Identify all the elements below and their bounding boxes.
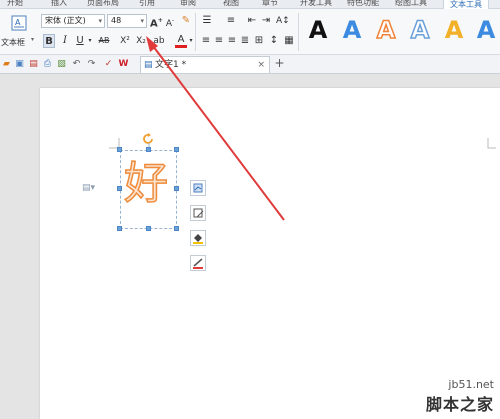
font-size-select[interactable]: 48 ▾ (107, 14, 147, 28)
subscript-button[interactable]: X₂ (134, 34, 148, 48)
font-name-select[interactable]: 宋体 (正文) ▾ (41, 14, 105, 28)
textbox-label: 文本框 (1, 38, 25, 47)
text-box-content[interactable]: 好 (123, 158, 169, 210)
fill-color-button[interactable] (190, 230, 206, 246)
text-style-sample-blue-2[interactable]: A (474, 16, 498, 44)
increase-indent-icon[interactable]: ⇥ (260, 14, 272, 28)
document-page[interactable]: 好 ▤▾ jb51.net 脚本之家 (40, 36, 500, 419)
resize-handle[interactable] (146, 147, 151, 152)
watermark: jb51.net 脚本之家 (426, 378, 494, 415)
ribbon-toolbar: A 文本框 ▾ 宋体 (正文) ▾ 48 ▾ A+ A- ✎ B I U ▾ A… (0, 9, 500, 55)
ribbon-tabs: 开始 插入 页面布局 引用 审阅 视图 章节 开发工具 特色功能 绘图工具 文本… (0, 0, 500, 10)
shape-edit-icon (193, 208, 204, 218)
tab-chapter[interactable]: 章节 (262, 0, 278, 9)
text-style-sample-blue-outline[interactable]: A (408, 15, 432, 45)
layout-options-icon (193, 183, 203, 193)
text-direction-icon[interactable]: A↕ (276, 14, 290, 28)
svg-text:A: A (15, 18, 21, 27)
new-tab-icon[interactable]: + (274, 57, 285, 69)
text-style-sample-orange-outline[interactable]: A (374, 15, 398, 45)
distribute-icon[interactable]: ⊞ (253, 34, 265, 48)
resize-handle[interactable] (117, 147, 122, 152)
italic-button[interactable]: I (59, 34, 71, 48)
shape-style-button[interactable] (190, 205, 206, 221)
superscript-button[interactable]: X² (118, 34, 132, 48)
shrink-font-button[interactable]: A- (164, 14, 176, 29)
decrease-indent-icon[interactable]: ⇤ (246, 14, 258, 28)
tab-insert[interactable]: 插入 (51, 0, 67, 9)
document-workspace: 好 ▤▾ jb51.net 脚本之家 (0, 36, 500, 419)
outline-color-button[interactable] (190, 255, 206, 271)
chevron-down-icon: ▾ (98, 17, 102, 25)
resize-handle[interactable] (117, 186, 122, 191)
shading-icon[interactable]: ▦ (283, 34, 295, 48)
quick-access-toolbar: ▰ ▣ ▤ ⎙ ▧ ↶ ↷ ✓ W ▤ 文字1 * × + (0, 55, 500, 74)
underline-button[interactable]: U (74, 34, 86, 48)
watermark-brand: 脚本之家 (425, 395, 494, 414)
font-name-value: 宋体 (正文) (45, 16, 86, 25)
redo-icon[interactable]: ↷ (86, 58, 97, 70)
resize-handle[interactable] (174, 226, 179, 231)
font-color-button[interactable]: A (175, 34, 187, 48)
grow-font-button[interactable]: A+ (150, 14, 163, 29)
rotate-handle-icon[interactable] (143, 133, 155, 147)
strikethrough-button[interactable]: AB (96, 34, 112, 48)
separator (298, 13, 299, 51)
document-tab[interactable]: ▤ 文字1 * × (140, 56, 270, 73)
format-painter-icon[interactable]: ✓ (103, 58, 114, 70)
chevron-down-icon[interactable]: ▾ (188, 34, 194, 48)
wps-logo-icon[interactable]: W (118, 58, 129, 70)
text-style-sample-blue[interactable]: A (340, 16, 364, 44)
pen-outline-icon (193, 258, 203, 269)
bold-button[interactable]: B (43, 34, 55, 48)
page-margin-marks (109, 138, 496, 149)
watermark-site: jb51.net (448, 378, 494, 391)
clear-format-icon[interactable]: ✎ (180, 14, 192, 28)
tab-review[interactable]: 审阅 (180, 0, 196, 9)
resize-handle[interactable] (117, 226, 122, 231)
bullet-list-icon[interactable]: ☰ (200, 14, 214, 28)
justify-icon[interactable]: ≣ (240, 34, 250, 48)
textbox-button[interactable]: A 文本框 ▾ (1, 13, 36, 51)
document-icon: ▤ (144, 60, 153, 70)
tab-developer[interactable]: 开发工具 (300, 0, 332, 9)
undo-icon[interactable]: ↶ (71, 58, 82, 70)
close-icon[interactable]: × (257, 57, 265, 73)
tab-references[interactable]: 引用 (139, 0, 155, 9)
paint-bucket-icon (193, 234, 203, 244)
resize-handle[interactable] (146, 226, 151, 231)
textbox-icon: A (11, 15, 27, 31)
tab-special-features[interactable]: 特色功能 (347, 0, 379, 9)
align-center-icon[interactable]: ≡ (214, 34, 224, 48)
highlight-icon[interactable]: ab (152, 34, 166, 48)
layout-options-button[interactable] (190, 180, 206, 196)
tab-drawing-tools[interactable]: 绘图工具 (395, 0, 427, 9)
chevron-down-icon: ▾ (31, 36, 35, 43)
resize-handle[interactable] (174, 186, 179, 191)
chevron-down-icon: ▾ (140, 17, 144, 25)
font-size-value: 48 (111, 16, 122, 25)
tab-home[interactable]: 开始 (7, 0, 23, 9)
folder-icon[interactable]: ▰ (1, 58, 12, 70)
text-style-sample-black[interactable]: A (306, 16, 330, 44)
save-icon[interactable]: ▣ (14, 58, 25, 70)
align-left-icon[interactable]: ≡ (201, 34, 211, 48)
tab-view[interactable]: 视图 (223, 0, 239, 9)
export-pdf-icon[interactable]: ▤ (28, 58, 39, 70)
line-spacing-icon[interactable]: ↕ (268, 34, 280, 48)
text-style-sample-gold[interactable]: A (442, 16, 466, 44)
text-style-gallery: A A A A A A (302, 9, 500, 55)
print-preview-icon[interactable]: ▧ (56, 58, 67, 70)
resize-handle[interactable] (174, 147, 179, 152)
document-tab-label: 文字1 * (155, 60, 187, 70)
numbered-list-icon[interactable]: ≡ (224, 14, 238, 28)
paragraph-anchor-icon[interactable]: ▤▾ (82, 183, 95, 193)
align-right-icon[interactable]: ≡ (227, 34, 237, 48)
chevron-down-icon[interactable]: ▾ (87, 34, 93, 48)
tab-page-layout[interactable]: 页面布局 (87, 0, 119, 9)
print-icon[interactable]: ⎙ (42, 58, 53, 70)
separator (195, 13, 196, 51)
